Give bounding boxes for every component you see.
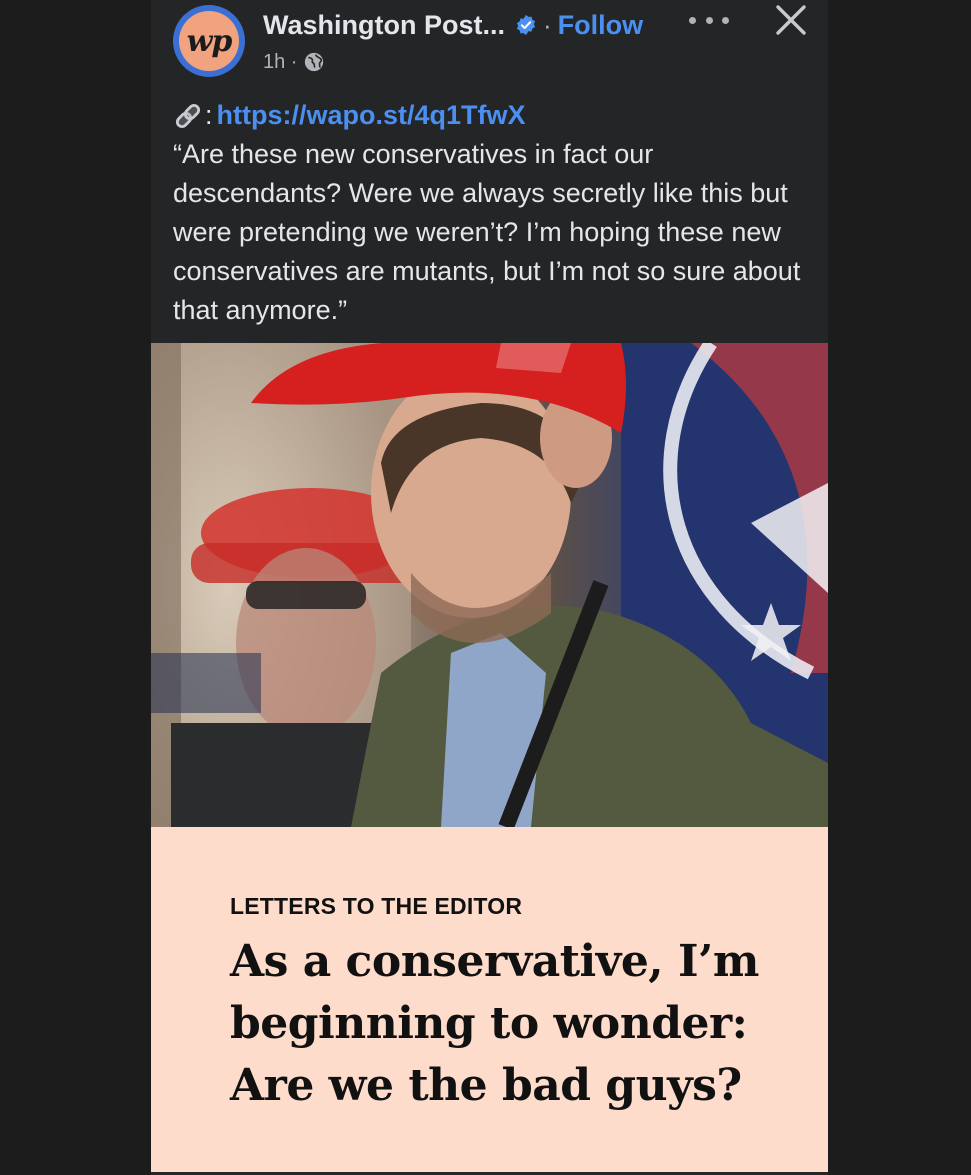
- link-icon: [175, 103, 201, 128]
- link-line: : https://wapo.st/4q1TfwX: [173, 96, 813, 135]
- post-text: : https://wapo.st/4q1TfwX “Are these new…: [173, 96, 813, 330]
- more-dot: [689, 16, 696, 24]
- verified-badge-icon: [516, 14, 536, 36]
- more-dot: [722, 16, 729, 24]
- article-card[interactable]: LETTERS TO THE EDITOR As a conservative,…: [151, 827, 828, 1172]
- name-row: Washington Post... · Follow: [263, 6, 643, 44]
- article-kicker: LETTERS TO THE EDITOR: [230, 893, 523, 919]
- globe-icon: [305, 52, 324, 72]
- more-options-icon[interactable]: [689, 8, 729, 32]
- post-meta: 1h ·: [263, 48, 325, 76]
- photo-illustration: [151, 343, 828, 827]
- close-icon[interactable]: [773, 2, 809, 38]
- link-prefix: :: [205, 100, 213, 130]
- page-name[interactable]: Washington Post...: [263, 10, 505, 41]
- article-headline[interactable]: As a conservative, I’m beginning to wond…: [230, 931, 790, 1117]
- post-header: wp Washington Post... · Follow 1h ·: [151, 0, 828, 92]
- more-dot: [705, 16, 713, 24]
- separator-dot: ·: [543, 9, 552, 40]
- article-photo[interactable]: [151, 343, 828, 827]
- post-quote: “Are these new conservatives in fact our…: [173, 139, 801, 325]
- washington-post-logo: wp: [179, 11, 239, 71]
- post-timestamp[interactable]: 1h ·: [263, 51, 297, 74]
- follow-button[interactable]: Follow: [558, 10, 643, 41]
- article-link[interactable]: https://wapo.st/4q1TfwX: [217, 96, 526, 135]
- facebook-post: wp Washington Post... · Follow 1h ·: ht…: [151, 0, 828, 1175]
- page-avatar[interactable]: wp: [173, 5, 245, 77]
